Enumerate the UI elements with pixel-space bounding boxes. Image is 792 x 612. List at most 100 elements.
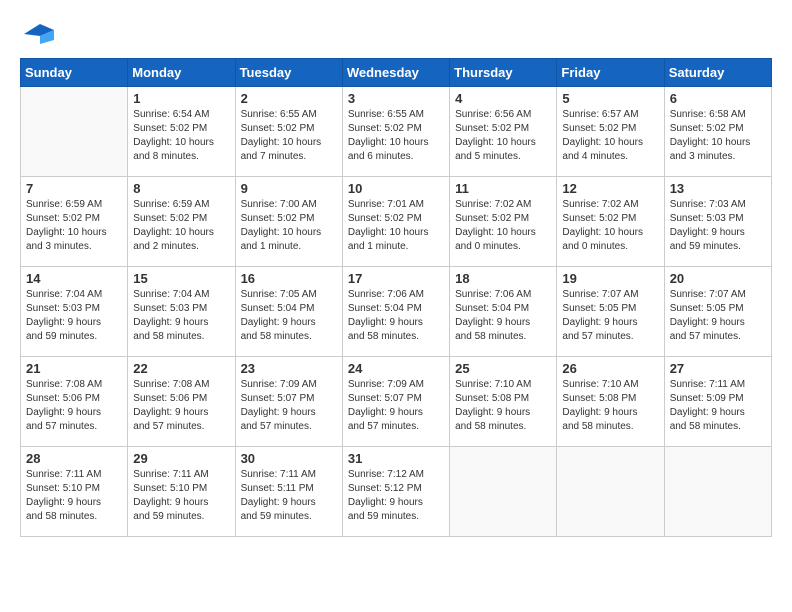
day-info: Sunrise: 7:10 AM Sunset: 5:08 PM Dayligh… (562, 378, 658, 434)
day-number: 29 (133, 451, 229, 466)
day-info: Sunrise: 7:11 AM Sunset: 5:09 PM Dayligh… (670, 378, 766, 434)
day-info: Sunrise: 6:55 AM Sunset: 5:02 PM Dayligh… (241, 108, 337, 164)
day-info: Sunrise: 7:02 AM Sunset: 5:02 PM Dayligh… (562, 198, 658, 254)
day-info: Sunrise: 6:55 AM Sunset: 5:02 PM Dayligh… (348, 108, 444, 164)
day-info: Sunrise: 7:01 AM Sunset: 5:02 PM Dayligh… (348, 198, 444, 254)
calendar-week-row: 7 Sunrise: 6:59 AM Sunset: 5:02 PM Daylig… (21, 177, 772, 267)
calendar-day-cell: 17Sunrise: 7:06 AM Sunset: 5:04 PM Dayli… (342, 267, 449, 357)
day-info: Sunrise: 6:59 AM Sunset: 5:02 PM Dayligh… (133, 198, 229, 254)
calendar-day-cell: 24 Sunrise: 7:09 AM Sunset: 5:07 PM Dayli… (342, 357, 449, 447)
day-info: Sunrise: 7:10 AM Sunset: 5:08 PM Dayligh… (455, 378, 551, 434)
day-info: Sunrise: 7:07 AM Sunset: 5:05 PM Dayligh… (670, 288, 766, 344)
day-number: 31 (348, 451, 444, 466)
day-number: 24 (348, 361, 444, 376)
logo (20, 20, 58, 48)
day-number: 22 (133, 361, 229, 376)
logo-icon (20, 20, 54, 48)
day-number: 9 (241, 181, 337, 196)
day-number: 20 (670, 271, 766, 286)
day-info: Sunrise: 7:04 AM Sunset: 5:03 PM Dayligh… (133, 288, 229, 344)
calendar-day-cell: 16 Sunrise: 7:05 AM Sunset: 5:04 PM Dayli… (235, 267, 342, 357)
day-number: 8 (133, 181, 229, 196)
day-info: Sunrise: 6:59 AM Sunset: 5:02 PM Dayligh… (26, 198, 122, 254)
day-info: Sunrise: 7:11 AM Sunset: 5:10 PM Dayligh… (26, 468, 122, 524)
day-info: Sunrise: 6:58 AM Sunset: 5:02 PM Dayligh… (670, 108, 766, 164)
day-info: Sunrise: 7:09 AM Sunset: 5:07 PM Dayligh… (241, 378, 337, 434)
calendar-day-cell: 10 Sunrise: 7:01 AM Sunset: 5:02 PM Dayli… (342, 177, 449, 267)
calendar-day-cell: 28 Sunrise: 7:11 AM Sunset: 5:10 PM Dayli… (21, 447, 128, 537)
day-number: 30 (241, 451, 337, 466)
day-number: 26 (562, 361, 658, 376)
calendar-day-cell: 22Sunrise: 7:08 AM Sunset: 5:06 PM Dayli… (128, 357, 235, 447)
calendar-week-row: 28 Sunrise: 7:11 AM Sunset: 5:10 PM Dayli… (21, 447, 772, 537)
day-number: 16 (241, 271, 337, 286)
calendar-weekday-monday: Monday (128, 59, 235, 87)
page-header (20, 20, 772, 48)
calendar-header-row: SundayMondayTuesdayWednesdayThursdayFrid… (21, 59, 772, 87)
calendar-day-cell (664, 447, 771, 537)
day-info: Sunrise: 7:04 AM Sunset: 5:03 PM Dayligh… (26, 288, 122, 344)
day-number: 28 (26, 451, 122, 466)
calendar-day-cell (557, 447, 664, 537)
calendar-day-cell: 14Sunrise: 7:04 AM Sunset: 5:03 PM Dayli… (21, 267, 128, 357)
day-number: 4 (455, 91, 551, 106)
day-number: 27 (670, 361, 766, 376)
day-info: Sunrise: 7:06 AM Sunset: 5:04 PM Dayligh… (455, 288, 551, 344)
calendar-day-cell: 15 Sunrise: 7:04 AM Sunset: 5:03 PM Dayli… (128, 267, 235, 357)
calendar-day-cell: 4 Sunrise: 6:56 AM Sunset: 5:02 PM Daylig… (450, 87, 557, 177)
day-number: 25 (455, 361, 551, 376)
day-number: 11 (455, 181, 551, 196)
day-number: 7 (26, 181, 122, 196)
day-info: Sunrise: 7:09 AM Sunset: 5:07 PM Dayligh… (348, 378, 444, 434)
day-number: 18 (455, 271, 551, 286)
calendar-day-cell: 9 Sunrise: 7:00 AM Sunset: 5:02 PM Daylig… (235, 177, 342, 267)
day-number: 12 (562, 181, 658, 196)
calendar-table: SundayMondayTuesdayWednesdayThursdayFrid… (20, 58, 772, 537)
day-number: 23 (241, 361, 337, 376)
calendar-day-cell: 5 Sunrise: 6:57 AM Sunset: 5:02 PM Daylig… (557, 87, 664, 177)
calendar-day-cell (450, 447, 557, 537)
day-number: 5 (562, 91, 658, 106)
calendar-day-cell: 26 Sunrise: 7:10 AM Sunset: 5:08 PM Dayli… (557, 357, 664, 447)
calendar-day-cell (21, 87, 128, 177)
day-info: Sunrise: 7:08 AM Sunset: 5:06 PM Dayligh… (26, 378, 122, 434)
calendar-day-cell: 12 Sunrise: 7:02 AM Sunset: 5:02 PM Dayli… (557, 177, 664, 267)
calendar-week-row: 14Sunrise: 7:04 AM Sunset: 5:03 PM Dayli… (21, 267, 772, 357)
calendar-day-cell: 29 Sunrise: 7:11 AM Sunset: 5:10 PM Dayli… (128, 447, 235, 537)
day-info: Sunrise: 7:03 AM Sunset: 5:03 PM Dayligh… (670, 198, 766, 254)
calendar-weekday-wednesday: Wednesday (342, 59, 449, 87)
day-info: Sunrise: 7:05 AM Sunset: 5:04 PM Dayligh… (241, 288, 337, 344)
calendar-week-row: 21Sunrise: 7:08 AM Sunset: 5:06 PM Dayli… (21, 357, 772, 447)
calendar-weekday-friday: Friday (557, 59, 664, 87)
day-info: Sunrise: 7:07 AM Sunset: 5:05 PM Dayligh… (562, 288, 658, 344)
day-number: 2 (241, 91, 337, 106)
calendar-day-cell: 25 Sunrise: 7:10 AM Sunset: 5:08 PM Dayli… (450, 357, 557, 447)
calendar-day-cell: 1 Sunrise: 6:54 AM Sunset: 5:02 PM Daylig… (128, 87, 235, 177)
day-number: 13 (670, 181, 766, 196)
day-info: Sunrise: 7:11 AM Sunset: 5:10 PM Dayligh… (133, 468, 229, 524)
calendar-day-cell: 13 Sunrise: 7:03 AM Sunset: 5:03 PM Dayli… (664, 177, 771, 267)
day-info: Sunrise: 7:00 AM Sunset: 5:02 PM Dayligh… (241, 198, 337, 254)
day-info: Sunrise: 6:57 AM Sunset: 5:02 PM Dayligh… (562, 108, 658, 164)
day-info: Sunrise: 6:54 AM Sunset: 5:02 PM Dayligh… (133, 108, 229, 164)
calendar-week-row: 1 Sunrise: 6:54 AM Sunset: 5:02 PM Daylig… (21, 87, 772, 177)
day-number: 17 (348, 271, 444, 286)
calendar-weekday-sunday: Sunday (21, 59, 128, 87)
calendar-day-cell: 23 Sunrise: 7:09 AM Sunset: 5:07 PM Dayli… (235, 357, 342, 447)
day-info: Sunrise: 6:56 AM Sunset: 5:02 PM Dayligh… (455, 108, 551, 164)
day-number: 10 (348, 181, 444, 196)
day-number: 19 (562, 271, 658, 286)
day-number: 3 (348, 91, 444, 106)
calendar-day-cell: 6Sunrise: 6:58 AM Sunset: 5:02 PM Daylig… (664, 87, 771, 177)
day-info: Sunrise: 7:11 AM Sunset: 5:11 PM Dayligh… (241, 468, 337, 524)
calendar-day-cell: 19 Sunrise: 7:07 AM Sunset: 5:05 PM Dayli… (557, 267, 664, 357)
day-info: Sunrise: 7:02 AM Sunset: 5:02 PM Dayligh… (455, 198, 551, 254)
day-info: Sunrise: 7:12 AM Sunset: 5:12 PM Dayligh… (348, 468, 444, 524)
day-number: 1 (133, 91, 229, 106)
calendar-weekday-saturday: Saturday (664, 59, 771, 87)
calendar-day-cell: 18 Sunrise: 7:06 AM Sunset: 5:04 PM Dayli… (450, 267, 557, 357)
calendar-day-cell: 3 Sunrise: 6:55 AM Sunset: 5:02 PM Daylig… (342, 87, 449, 177)
day-number: 15 (133, 271, 229, 286)
calendar-day-cell: 8 Sunrise: 6:59 AM Sunset: 5:02 PM Daylig… (128, 177, 235, 267)
calendar-day-cell: 30 Sunrise: 7:11 AM Sunset: 5:11 PM Dayli… (235, 447, 342, 537)
